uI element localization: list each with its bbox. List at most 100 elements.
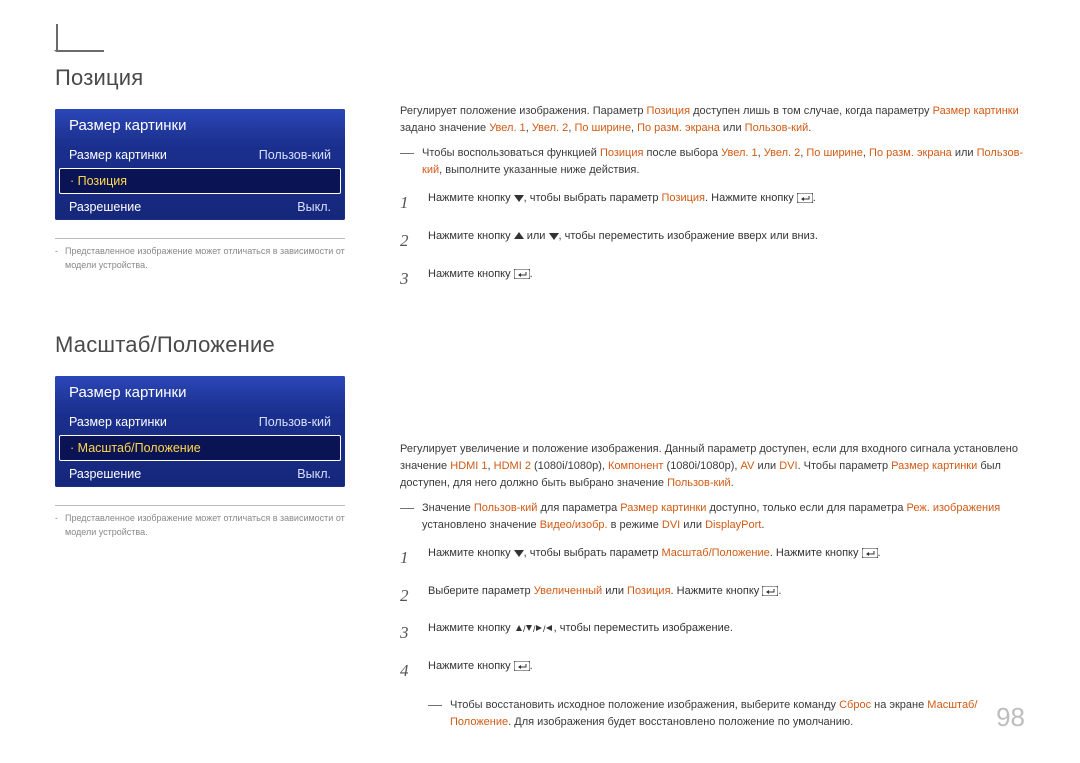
hl: Масштаб/Положение	[662, 547, 770, 559]
svg-text:/: /	[533, 624, 536, 633]
step-text: Нажмите кнопку .	[428, 267, 533, 284]
s1-steps: 1 Нажмите кнопку , чтобы выбрать парамет…	[400, 191, 1025, 290]
s1-dash-text: Чтобы воспользоваться функцией Позиция п…	[422, 145, 1025, 179]
footnote-rule-2	[55, 505, 345, 506]
osd2-footnote: Представленное изображение может отличат…	[55, 512, 345, 539]
t: (1080i/1080p),	[663, 460, 740, 472]
hl: HDMI 2	[494, 460, 531, 472]
s1-step3: 3 Нажмите кнопку .	[400, 267, 1025, 291]
osd2-row1-value: Пользов-кий	[259, 415, 331, 429]
t: .	[808, 122, 811, 134]
enter-icon	[514, 269, 530, 284]
hl: Позиция	[627, 585, 671, 597]
hl: Видео/изобр.	[540, 519, 608, 531]
step-number: 1	[400, 546, 414, 570]
t: . Нажмите кнопку	[705, 192, 797, 204]
footnote-rule-1	[55, 238, 345, 239]
step-text: Нажмите кнопку , чтобы выбрать параметр …	[428, 191, 816, 208]
hl-size: Размер картинки	[933, 105, 1019, 117]
t: или	[524, 230, 549, 242]
osd1-row-res[interactable]: Разрешение Выкл.	[55, 194, 345, 220]
t: или	[680, 519, 705, 531]
hl: Размер картинки	[620, 502, 706, 514]
step-number: 4	[400, 659, 414, 683]
section2-title: Масштаб/Положение	[55, 332, 345, 358]
enter-icon	[514, 661, 530, 676]
t: , выполните указанные ниже действия.	[439, 164, 639, 176]
osd1-row2-label: · Позиция	[70, 174, 127, 188]
hl: Позиция	[600, 147, 644, 159]
section1-left: Позиция Размер картинки Размер картинки …	[55, 65, 345, 272]
t: на экране	[871, 699, 927, 711]
step-number: 2	[400, 229, 414, 253]
t: , чтобы переместить изображение.	[554, 622, 733, 634]
s2-step1: 1 Нажмите кнопку , чтобы выбрать парамет…	[400, 546, 1025, 570]
t: .	[813, 192, 816, 204]
step-text: Выберите параметр Увеличенный или Позици…	[428, 584, 781, 601]
osd1-row-position[interactable]: · Позиция	[59, 168, 341, 194]
t: Регулирует положение изображения. Параме…	[400, 105, 647, 117]
t: .	[530, 660, 533, 672]
osd2-row-res[interactable]: Разрешение Выкл.	[55, 461, 345, 487]
dash-icon: ―	[400, 500, 414, 534]
arrow-down-icon	[514, 193, 524, 208]
osd2-row-size[interactable]: Размер картинки Пользов-кий	[55, 409, 345, 435]
t: , чтобы переместить изображение вверх ил…	[559, 230, 818, 242]
osd1-row1-label: Размер картинки	[69, 148, 167, 162]
osd2-row3-value: Выкл.	[297, 467, 331, 481]
t: .	[731, 477, 734, 489]
hl: Компонент	[608, 460, 663, 472]
t: , чтобы выбрать параметр	[524, 547, 662, 559]
hl: Пользов-кий	[474, 502, 538, 514]
page-body: Позиция Размер картинки Размер картинки …	[55, 65, 1025, 731]
hl: DisplayPort	[705, 519, 761, 531]
section1-right: Регулирует положение изображения. Параме…	[400, 65, 1025, 291]
t: доступен лишь в том случае, когда параме…	[690, 105, 933, 117]
s2-dash-text: Значение Пользов-кий для параметра Разме…	[422, 500, 1025, 534]
t: . Нажмите кнопку	[671, 585, 763, 597]
hl: Увел. 2	[764, 147, 801, 159]
svg-text:/: /	[543, 624, 546, 633]
left-column: Позиция Размер картинки Размер картинки …	[55, 65, 345, 731]
arrow-up-icon	[514, 231, 524, 246]
enter-icon	[797, 193, 813, 208]
hl: Размер картинки	[891, 460, 977, 472]
hl: HDMI 1	[450, 460, 487, 472]
osd2-row3-label: Разрешение	[69, 467, 141, 481]
t: . Нажмите кнопку	[770, 547, 862, 559]
page-number: 98	[996, 702, 1025, 733]
osd1-footnote: Представленное изображение может отличат…	[55, 245, 345, 272]
t: Выберите параметр	[428, 585, 534, 597]
osd2-title: Размер картинки	[55, 376, 345, 409]
hl: AV	[741, 460, 755, 472]
hl: Увел. 1	[721, 147, 758, 159]
s2-intro: Регулирует увеличение и положение изобра…	[400, 441, 1025, 492]
hl: DVI	[779, 460, 797, 472]
hl-z2: Увел. 2	[532, 122, 569, 134]
s1-step2: 2 Нажмите кнопку или , чтобы переместить…	[400, 229, 1025, 253]
t: установлено значение	[422, 519, 540, 531]
t: Нажмите кнопку	[428, 192, 514, 204]
hl-position: Позиция	[647, 105, 691, 117]
osd1-row3-value: Выкл.	[297, 200, 331, 214]
step-number: 3	[400, 267, 414, 291]
hl: По разм. экрана	[869, 147, 952, 159]
t: в режиме	[608, 519, 662, 531]
osd2-row1-label: Размер картинки	[69, 415, 167, 429]
arrows-udlr-icon: ///	[514, 623, 554, 638]
t: или	[602, 585, 627, 597]
t: после выбора	[643, 147, 721, 159]
section2-left: Масштаб/Положение Размер картинки Размер…	[55, 332, 345, 539]
osd2-row-zoom[interactable]: · Масштаб/Положение	[59, 435, 341, 461]
t: (1080i/1080p),	[531, 460, 608, 472]
step-number: 2	[400, 584, 414, 608]
t: Нажмите кнопку	[428, 547, 514, 559]
t: Нажмите кнопку	[428, 622, 514, 634]
right-column: Регулирует положение изображения. Параме…	[400, 65, 1025, 731]
s2-step3: 3 Нажмите кнопку ///, чтобы переместить …	[400, 621, 1025, 645]
t: для параметра	[537, 502, 620, 514]
dash-icon: ―	[428, 697, 442, 731]
t: .	[530, 268, 533, 280]
osd1-row-size[interactable]: Размер картинки Пользов-кий	[55, 142, 345, 168]
t: , чтобы выбрать параметр	[524, 192, 662, 204]
